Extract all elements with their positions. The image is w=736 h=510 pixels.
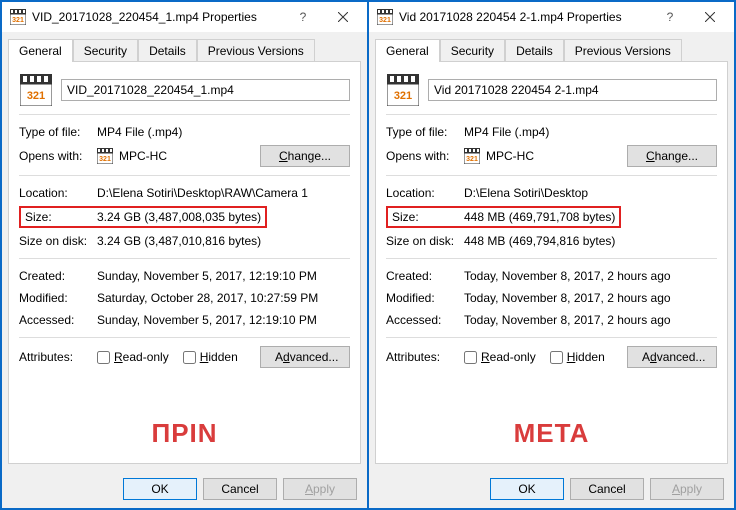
modified-value: Saturday, October 28, 2017, 10:27:59 PM: [97, 291, 350, 305]
size-on-disk-label: Size on disk:: [19, 234, 97, 248]
apply-button[interactable]: Apply: [283, 478, 357, 500]
before-label: ΠΡΙΝ: [151, 418, 217, 449]
advanced-button[interactable]: Advanced...: [260, 346, 350, 368]
filename-input[interactable]: [428, 79, 717, 101]
apply-button[interactable]: Apply: [650, 478, 724, 500]
tab-security[interactable]: Security: [73, 39, 138, 62]
after-label: META: [514, 418, 590, 449]
help-button[interactable]: ?: [283, 3, 323, 31]
window-title: VID_20171028_220454_1.mp4 Properties: [32, 10, 257, 24]
location-label: Location:: [19, 186, 97, 200]
tab-previous-versions[interactable]: Previous Versions: [197, 39, 315, 62]
accessed-value: Today, November 8, 2017, 2 hours ago: [464, 313, 717, 327]
change-button[interactable]: Change...: [260, 145, 350, 167]
type-label: Type of file:: [386, 125, 464, 139]
panel-general: 321 Type of file: MP4 File (.mp4) Opens …: [8, 61, 361, 464]
tab-general[interactable]: General: [8, 39, 73, 62]
svg-text:321: 321: [394, 90, 412, 102]
opens-with-label: Opens with:: [19, 149, 97, 163]
modified-value: Today, November 8, 2017, 2 hours ago: [464, 291, 717, 305]
svg-text:321: 321: [466, 156, 478, 163]
modified-label: Modified:: [386, 291, 464, 305]
opens-with-value: MPC-HC: [119, 149, 260, 163]
svg-text:321: 321: [12, 17, 24, 24]
panel-general: 321 Type of file: MP4 File (.mp4) Opens …: [375, 61, 728, 464]
change-button[interactable]: Change...: [627, 145, 717, 167]
properties-window-right: 321 Vid 20171028 220454 2-1.mp4 Properti…: [368, 1, 735, 509]
location-value: D:\Elena Sotiri\Desktop\RAW\Camera 1: [97, 186, 350, 200]
tab-previous-versions[interactable]: Previous Versions: [564, 39, 682, 62]
titlebar[interactable]: 321 VID_20171028_220454_1.mp4 Properties…: [2, 2, 367, 32]
hidden-checkbox[interactable]: Hidden: [183, 350, 238, 364]
svg-text:321: 321: [27, 90, 45, 102]
type-label: Type of file:: [19, 125, 97, 139]
cancel-button[interactable]: Cancel: [570, 478, 644, 500]
size-label: Size:: [19, 206, 97, 228]
tabstrip: General Security Details Previous Versio…: [2, 32, 367, 61]
window-controls: ?: [650, 3, 730, 31]
accessed-label: Accessed:: [19, 313, 97, 327]
tab-general[interactable]: General: [375, 39, 440, 62]
attributes-label: Attributes:: [386, 350, 464, 364]
created-label: Created:: [386, 269, 464, 283]
window-controls: ?: [283, 3, 363, 31]
tab-security[interactable]: Security: [440, 39, 505, 62]
properties-window-left: 321 VID_20171028_220454_1.mp4 Properties…: [1, 1, 368, 509]
dialog-footer: OK Cancel Apply: [2, 470, 367, 508]
mpc-icon: 321: [97, 148, 113, 164]
close-button[interactable]: [690, 3, 730, 31]
size-on-disk-value: 3.24 GB (3,487,010,816 bytes): [97, 234, 350, 248]
size-label: Size:: [386, 206, 464, 228]
tab-details[interactable]: Details: [505, 39, 564, 62]
location-value: D:\Elena Sotiri\Desktop: [464, 186, 717, 200]
tab-details[interactable]: Details: [138, 39, 197, 62]
accessed-label: Accessed:: [386, 313, 464, 327]
svg-text:321: 321: [99, 156, 111, 163]
mpc-icon: 321: [464, 148, 480, 164]
tabstrip: General Security Details Previous Versio…: [369, 32, 734, 61]
created-value: Sunday, November 5, 2017, 12:19:10 PM: [97, 269, 350, 283]
size-value: 3.24 GB (3,487,008,035 bytes): [97, 206, 350, 228]
hidden-checkbox[interactable]: Hidden: [550, 350, 605, 364]
created-label: Created:: [19, 269, 97, 283]
opens-with-value: MPC-HC: [486, 149, 627, 163]
size-value: 448 MB (469,791,708 bytes): [464, 206, 717, 228]
accessed-value: Sunday, November 5, 2017, 12:19:10 PM: [97, 313, 350, 327]
file-icon: 321: [19, 74, 53, 106]
help-button[interactable]: ?: [650, 3, 690, 31]
titlebar[interactable]: 321 Vid 20171028 220454 2-1.mp4 Properti…: [369, 2, 734, 32]
readonly-checkbox[interactable]: Read-only: [464, 350, 536, 364]
file-icon: 321: [386, 74, 420, 106]
created-value: Today, November 8, 2017, 2 hours ago: [464, 269, 717, 283]
filename-input[interactable]: [61, 79, 350, 101]
mpc-icon: 321: [377, 9, 393, 25]
location-label: Location:: [386, 186, 464, 200]
svg-text:321: 321: [379, 17, 391, 24]
modified-label: Modified:: [19, 291, 97, 305]
dialog-footer: OK Cancel Apply: [369, 470, 734, 508]
ok-button[interactable]: OK: [123, 478, 197, 500]
attributes-label: Attributes:: [19, 350, 97, 364]
cancel-button[interactable]: Cancel: [203, 478, 277, 500]
opens-with-label: Opens with:: [386, 149, 464, 163]
readonly-checkbox[interactable]: Read-only: [97, 350, 169, 364]
size-on-disk-value: 448 MB (469,794,816 bytes): [464, 234, 717, 248]
mpc-icon: 321: [10, 9, 26, 25]
type-value: MP4 File (.mp4): [464, 125, 717, 139]
type-value: MP4 File (.mp4): [97, 125, 350, 139]
close-button[interactable]: [323, 3, 363, 31]
window-title: Vid 20171028 220454 2-1.mp4 Properties: [399, 10, 622, 24]
ok-button[interactable]: OK: [490, 478, 564, 500]
advanced-button[interactable]: Advanced...: [627, 346, 717, 368]
size-on-disk-label: Size on disk:: [386, 234, 464, 248]
